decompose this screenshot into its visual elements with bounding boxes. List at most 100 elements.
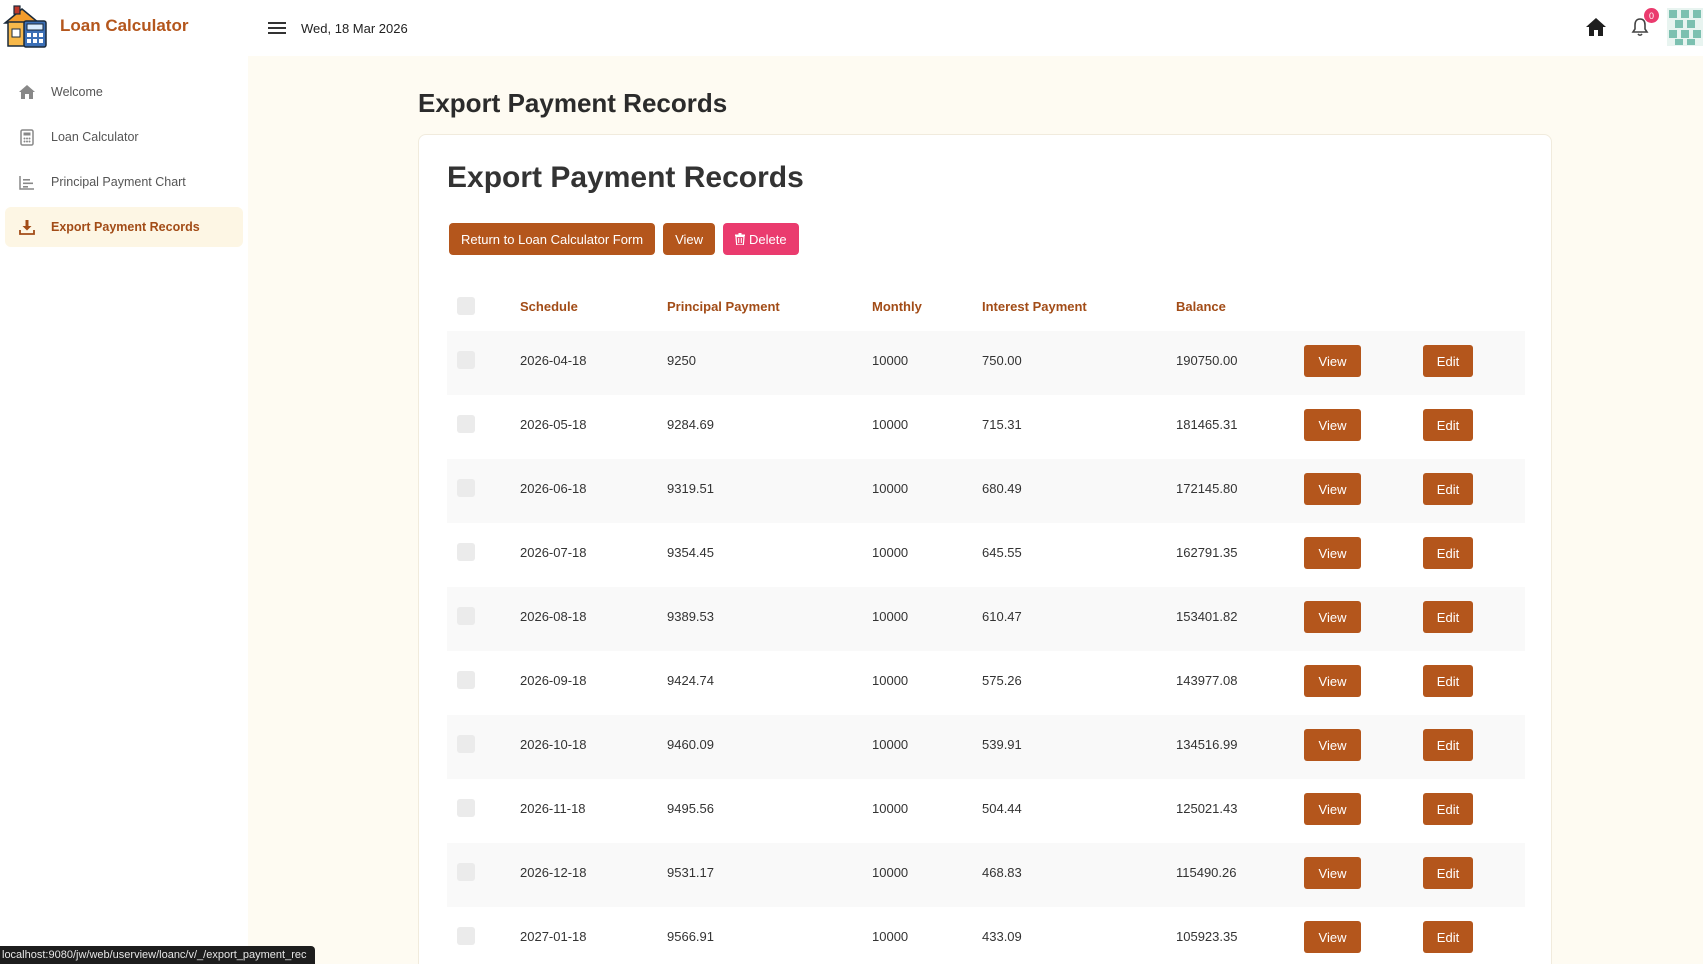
balance-cell: 125021.43 [1176,801,1238,816]
monthly-cell: 10000 [872,481,909,496]
row-view-button[interactable]: View [1304,537,1361,569]
notification-bell-icon[interactable]: 0 [1627,8,1659,40]
schedule-cell: 2026-06-18 [520,481,587,496]
calculator-icon [17,127,37,147]
principal-payment-cell: 9284.69 [667,417,714,432]
interest-payment-cell: 468.83 [982,865,1022,880]
row-view-button[interactable]: View [1304,857,1361,889]
row-view-button[interactable]: View [1304,665,1361,697]
table-row: 2026-04-18 9250 10000 750.00 190750.00 V… [447,331,1525,395]
row-checkbox[interactable] [457,863,475,881]
monthly-cell: 10000 [872,865,909,880]
table-row: 2026-11-18 9495.56 10000 504.44 125021.4… [447,779,1525,843]
sidebar-item-label: Welcome [51,85,103,99]
monthly-cell: 10000 [872,609,909,624]
row-view-button[interactable]: View [1304,921,1361,953]
row-edit-button[interactable]: Edit [1423,537,1473,569]
notification-count-badge: 0 [1644,8,1659,23]
sidebar-item-export-payment-records[interactable]: Export Payment Records [5,207,243,247]
brand[interactable]: Loan Calculator [0,0,248,52]
return-to-form-button[interactable]: Return to Loan Calculator Form [449,223,656,255]
column-header-principal-payment[interactable]: Principal Payment [667,299,780,314]
row-view-button[interactable]: View [1304,601,1361,633]
download-icon [17,217,37,237]
row-checkbox[interactable] [457,479,475,497]
row-edit-button[interactable]: Edit [1423,473,1473,505]
row-view-button[interactable]: View [1304,473,1361,505]
row-edit-button[interactable]: Edit [1423,921,1473,953]
table-row: 2026-07-18 9354.45 10000 645.55 162791.3… [447,523,1525,587]
row-edit-button[interactable]: Edit [1423,665,1473,697]
view-button[interactable]: View [663,223,716,255]
schedule-cell: 2026-11-18 [520,801,586,816]
principal-payment-cell: 9531.17 [667,865,714,880]
principal-payment-cell: 9460.09 [667,737,714,752]
table-row: 2026-10-18 9460.09 10000 539.91 134516.9… [447,715,1525,779]
row-view-button[interactable]: View [1304,345,1361,377]
hamburger-menu-icon[interactable] [266,17,288,39]
row-view-button[interactable]: View [1304,409,1361,441]
schedule-cell: 2026-10-18 [520,737,587,752]
balance-cell: 105923.35 [1176,929,1238,944]
row-edit-button[interactable]: Edit [1423,857,1473,889]
table-header: Schedule Principal Payment Monthly Inter… [447,281,1525,331]
select-all-checkbox[interactable] [457,297,475,315]
schedule-cell: 2026-09-18 [520,673,587,688]
bar-chart-icon [17,172,37,192]
sidebar: Loan Calculator Welcome Loan Calculator … [0,0,248,964]
monthly-cell: 10000 [872,353,909,368]
payment-records-table: Schedule Principal Payment Monthly Inter… [447,281,1525,964]
row-view-button[interactable]: View [1304,793,1361,825]
principal-payment-cell: 9354.45 [667,545,714,560]
home-icon[interactable] [1583,14,1609,40]
top-bar: Wed, 18 Mar 2026 0 [248,0,1703,56]
table-row: 2026-12-18 9531.17 10000 468.83 115490.2… [447,843,1525,907]
calculator-house-logo-icon [2,5,47,48]
row-checkbox[interactable] [457,735,475,753]
user-avatar-icon[interactable] [1667,8,1703,46]
row-checkbox[interactable] [457,799,475,817]
current-date: Wed, 18 Mar 2026 [301,20,408,36]
row-checkbox[interactable] [457,927,475,945]
sidebar-item-principal-payment-chart[interactable]: Principal Payment Chart [5,162,243,202]
balance-cell: 153401.82 [1176,609,1238,624]
schedule-cell: 2026-07-18 [520,545,587,560]
row-edit-button[interactable]: Edit [1423,601,1473,633]
table-row: 2026-09-18 9424.74 10000 575.26 143977.0… [447,651,1525,715]
sidebar-item-welcome[interactable]: Welcome [5,72,243,112]
row-checkbox[interactable] [457,543,475,561]
row-view-button[interactable]: View [1304,729,1361,761]
schedule-cell: 2027-01-18 [520,929,587,944]
column-header-balance[interactable]: Balance [1176,299,1226,314]
balance-cell: 190750.00 [1176,353,1238,368]
action-toolbar: Return to Loan Calculator Form View Dele… [449,223,807,255]
monthly-cell: 10000 [872,673,909,688]
balance-cell: 115490.26 [1176,865,1237,880]
row-edit-button[interactable]: Edit [1423,793,1473,825]
row-edit-button[interactable]: Edit [1423,729,1473,761]
principal-payment-cell: 9319.51 [667,481,714,496]
row-checkbox[interactable] [457,351,475,369]
table-row: 2027-01-18 9566.91 10000 433.09 105923.3… [447,907,1525,964]
principal-payment-cell: 9495.56 [667,801,714,816]
delete-button[interactable]: Delete [723,223,799,255]
interest-payment-cell: 539.91 [982,737,1022,752]
column-header-monthly[interactable]: Monthly [872,299,922,314]
row-checkbox[interactable] [457,671,475,689]
interest-payment-cell: 680.49 [982,481,1022,496]
trash-icon [735,233,746,245]
row-checkbox[interactable] [457,607,475,625]
monthly-cell: 10000 [872,417,909,432]
table-row: 2026-08-18 9389.53 10000 610.47 153401.8… [447,587,1525,651]
sidebar-item-loan-calculator[interactable]: Loan Calculator [5,117,243,157]
row-edit-button[interactable]: Edit [1423,345,1473,377]
column-header-schedule[interactable]: Schedule [520,299,578,314]
row-edit-button[interactable]: Edit [1423,409,1473,441]
principal-payment-cell: 9389.53 [667,609,714,624]
delete-button-label: Delete [749,231,787,247]
sidebar-item-label: Principal Payment Chart [51,175,186,189]
interest-payment-cell: 750.00 [982,353,1022,368]
row-checkbox[interactable] [457,415,475,433]
browser-status-url: localhost:9080/jw/web/userview/loanc/v/_… [0,946,315,964]
column-header-interest-payment[interactable]: Interest Payment [982,299,1087,314]
